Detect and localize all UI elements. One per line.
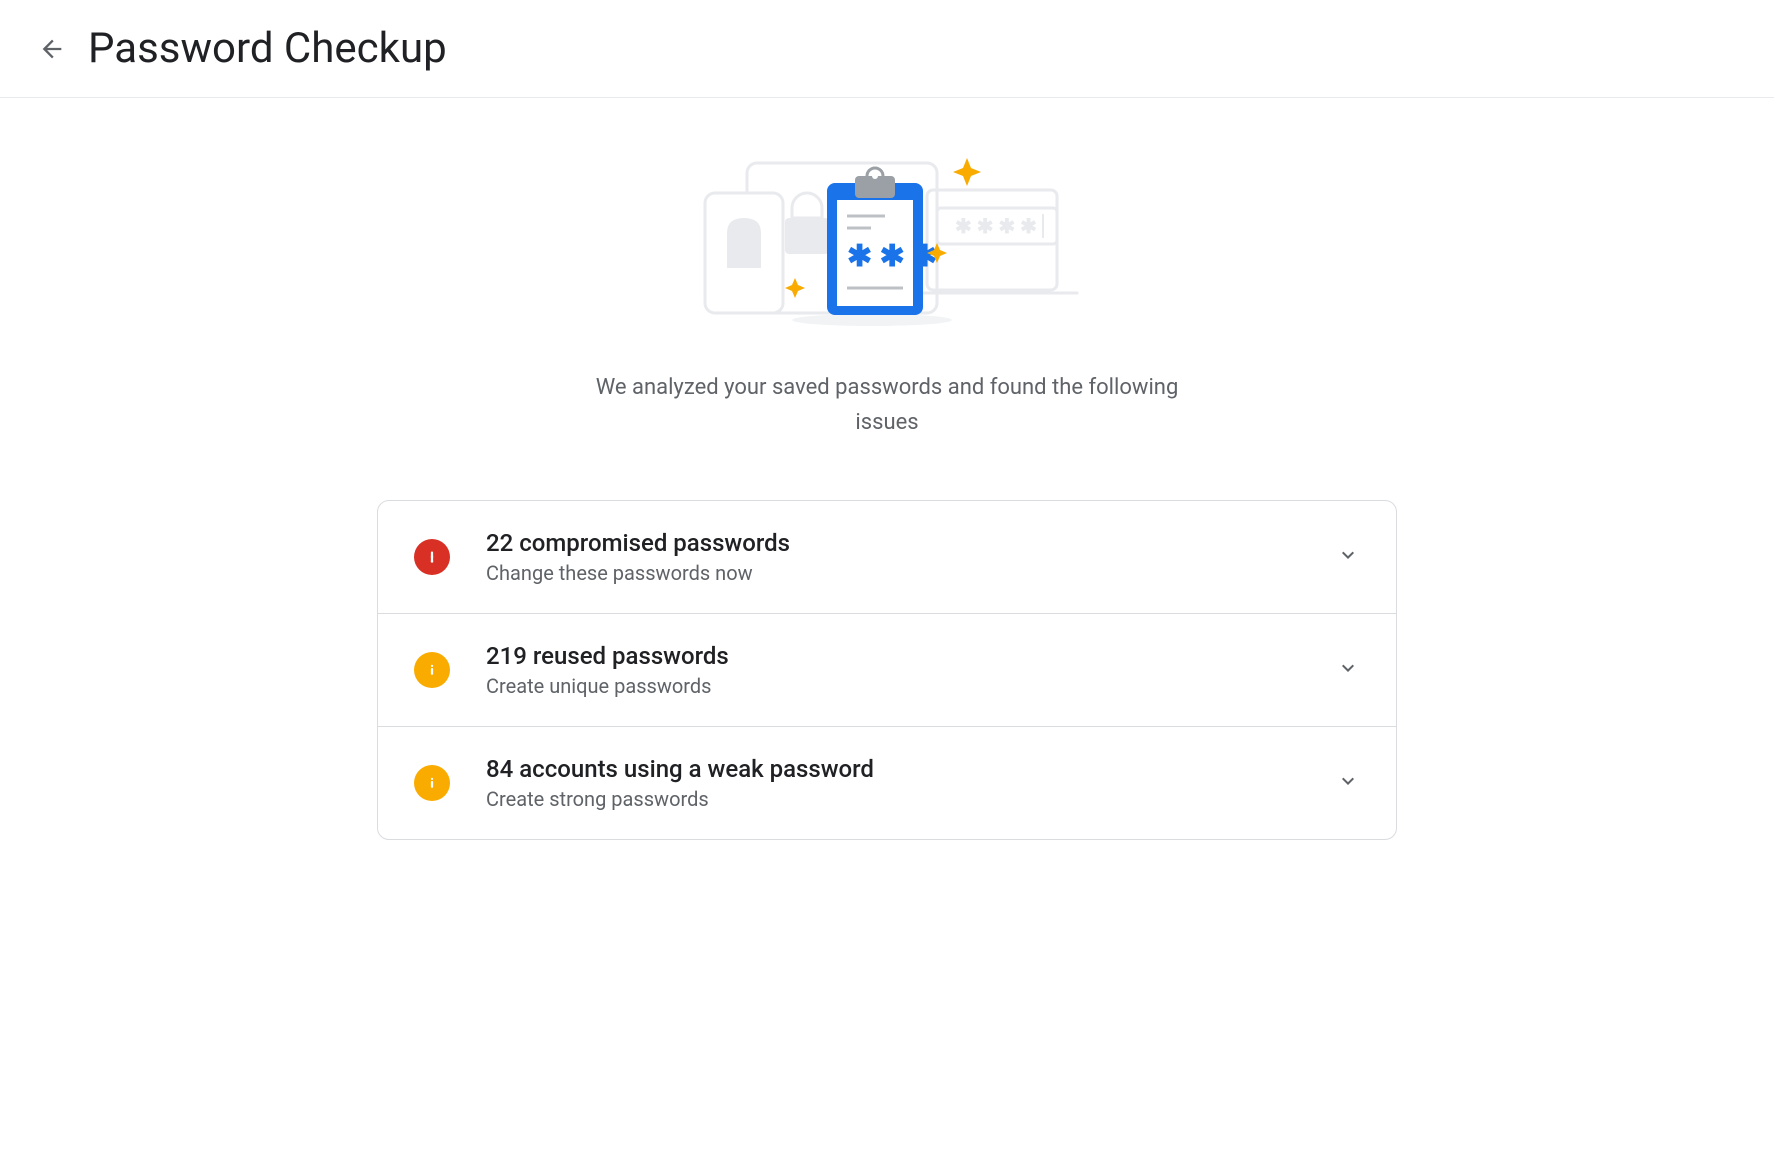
hero-illustration: ✱ ✱ ✱ ✱ ✱ ✱ ✱ bbox=[377, 138, 1397, 338]
chevron-down-icon bbox=[1336, 543, 1360, 571]
issue-subtitle: Change these passwords now bbox=[486, 561, 1320, 585]
alert-danger-icon bbox=[414, 539, 450, 575]
issue-text-block: 84 accounts using a weak password Create… bbox=[486, 755, 1320, 811]
chevron-down-icon bbox=[1336, 769, 1360, 797]
issue-title: 84 accounts using a weak password bbox=[486, 755, 1320, 783]
header: Password Checkup bbox=[0, 0, 1774, 98]
issue-title: 22 compromised passwords bbox=[486, 529, 1320, 557]
page-title: Password Checkup bbox=[88, 24, 447, 73]
alert-warning-icon bbox=[414, 652, 450, 688]
issue-weak[interactable]: 84 accounts using a weak password Create… bbox=[378, 726, 1396, 839]
password-clipboard-icon: ✱ ✱ ✱ ✱ ✱ ✱ ✱ bbox=[647, 138, 1127, 338]
arrow-back-icon bbox=[38, 35, 66, 63]
svg-text:✱ ✱ ✱: ✱ ✱ ✱ bbox=[847, 239, 937, 274]
issue-text-block: 219 reused passwords Create unique passw… bbox=[486, 642, 1320, 698]
back-button[interactable] bbox=[36, 33, 68, 65]
alert-warning-icon bbox=[414, 765, 450, 801]
main-content: ✱ ✱ ✱ ✱ ✱ ✱ ✱ We analyzed your saved pas… bbox=[357, 98, 1417, 880]
chevron-down-icon bbox=[1336, 656, 1360, 684]
issue-compromised[interactable]: 22 compromised passwords Change these pa… bbox=[378, 501, 1396, 613]
issue-title: 219 reused passwords bbox=[486, 642, 1320, 670]
issue-subtitle: Create strong passwords bbox=[486, 787, 1320, 811]
issue-text-block: 22 compromised passwords Change these pa… bbox=[486, 529, 1320, 585]
description-text: We analyzed your saved passwords and fou… bbox=[587, 370, 1187, 440]
issues-list: 22 compromised passwords Change these pa… bbox=[377, 500, 1397, 840]
svg-text:✱ ✱ ✱ ✱: ✱ ✱ ✱ ✱ bbox=[955, 214, 1037, 238]
issue-subtitle: Create unique passwords bbox=[486, 674, 1320, 698]
issue-reused[interactable]: 219 reused passwords Create unique passw… bbox=[378, 613, 1396, 726]
